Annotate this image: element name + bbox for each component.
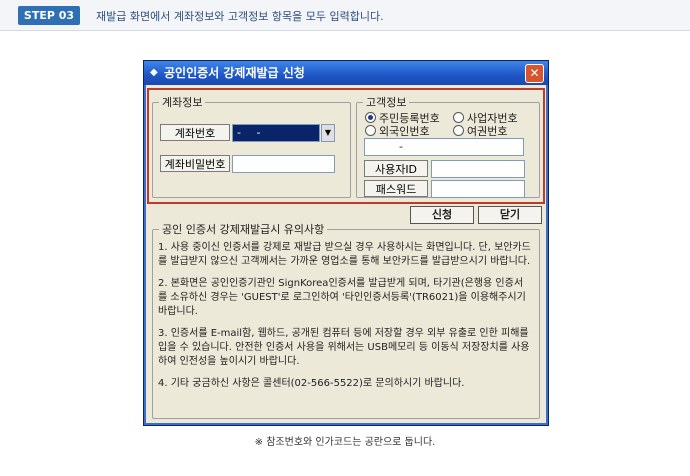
close-button[interactable]: ✕ [525,64,544,83]
dialog-title: 공인인증서 강제재발급 신청 [164,66,305,80]
radio-passport-number[interactable]: 여권번호 [453,123,507,139]
account-password-label: 계좌비밀번호 [160,155,230,172]
user-id-label: 사용자ID [364,160,428,177]
radio-icon [453,112,464,123]
password-input[interactable] [431,180,525,198]
radio-passport-label: 여권번호 [467,125,508,138]
account-info-group: 계좌정보 [152,94,351,198]
notice-item: 2. 본화면은 공인인증기관인 SignKorea인증서를 발급받게 되며, 타… [158,278,526,317]
radio-foreigner-label: 외국인번호 [379,125,430,138]
account-number-label: 계좌번호 [160,124,230,141]
reissue-dialog: ◆ 공인인증서 강제재발급 신청 ✕ 계좌정보 계좌번호 - - ▼ 계좌비밀번… [143,60,549,426]
notice-item: 1. 사용 중이신 인증서를 강제로 재발급 받으실 경우 사용하시는 화면입니… [158,242,531,267]
account-number-select[interactable]: - - [232,124,320,142]
radio-selected-icon [365,112,376,123]
notice-legend: 공인 인증서 강제재발급시 유의사항 [162,223,325,236]
step-badge: STEP 03 [18,6,80,25]
footnote: ※ 참조번호와 인가코드는 공란으로 둡니다. [254,437,436,448]
account-info-legend: 계좌정보 [162,96,203,109]
id-number-input[interactable]: - [364,138,524,156]
step-header: STEP 03 재발급 화면에서 계좌정보와 고객정보 항목을 모두 입력합니다… [0,0,690,31]
radio-icon [453,125,464,136]
notice-item: 4. 기타 궁금하신 사항은 콜센터(02-566-5522)로 문의하시기 바… [158,378,465,389]
password-label: 패스워드 [364,180,428,197]
user-id-input[interactable] [431,160,525,178]
chevron-down-icon[interactable]: ▼ [321,124,335,142]
dialog-titlebar[interactable]: ◆ 공인인증서 강제재발급 신청 ✕ [144,61,548,85]
diamond-icon: ◆ [150,67,158,78]
radio-icon [365,125,376,136]
account-password-input[interactable] [232,155,335,173]
customer-info-legend: 고객정보 [366,96,407,109]
step-description: 재발급 화면에서 계좌정보와 고객정보 항목을 모두 입력합니다. [96,10,384,23]
radio-foreigner-number[interactable]: 외국인번호 [365,123,430,139]
notice-list: 1. 사용 중이신 인증서를 강제로 재발급 받으실 경우 사용하시는 화면입니… [158,241,532,399]
notice-item: 3. 인증서를 E-mail함, 웹하드, 공개된 컴퓨터 등에 저장할 경우 … [158,328,530,367]
